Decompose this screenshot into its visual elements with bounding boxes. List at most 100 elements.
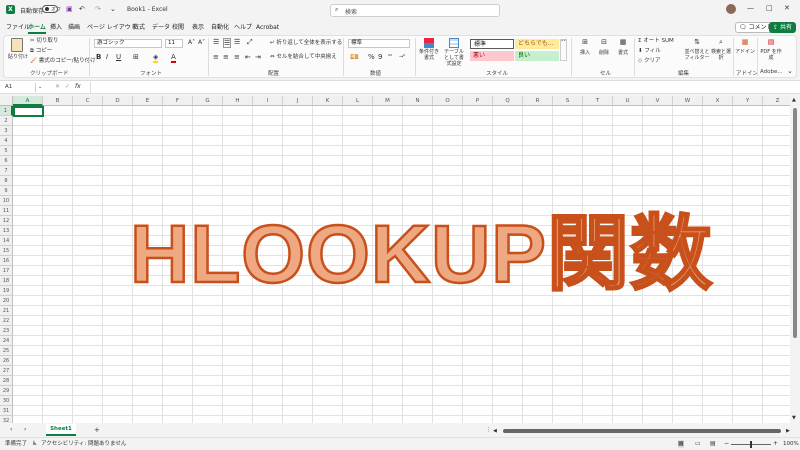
name-box-dropdown-icon[interactable]: ⌄: [38, 83, 42, 91]
column-header[interactable]: M: [373, 96, 403, 106]
tab-view[interactable]: 表示: [192, 22, 204, 34]
wrap-text-button[interactable]: ↵ 折り返して全体を表示する: [270, 40, 342, 47]
row-header[interactable]: 14: [0, 236, 13, 246]
column-header[interactable]: H: [223, 96, 253, 106]
column-header[interactable]: C: [73, 96, 103, 106]
column-header[interactable]: B: [43, 96, 73, 106]
insert-function-icon[interactable]: fx: [75, 83, 81, 91]
row-header[interactable]: 27: [0, 366, 13, 376]
sort-filter-button[interactable]: ⇅ 並べ替えとフィルター: [684, 38, 710, 61]
decrease-decimal-icon[interactable]: →⁰: [399, 53, 405, 61]
row-header[interactable]: 2: [0, 116, 13, 126]
zoom-level[interactable]: 100%: [783, 441, 799, 448]
redo-icon[interactable]: ↷: [95, 5, 101, 13]
font-name-select[interactable]: 游ゴシック: [94, 39, 162, 48]
column-header[interactable]: Z: [763, 96, 790, 106]
column-header[interactable]: K: [313, 96, 343, 106]
conditional-format-button[interactable]: 条件付き書式: [418, 38, 440, 61]
prev-sheet-icon[interactable]: ‹: [10, 426, 12, 434]
cancel-icon[interactable]: ✕: [55, 83, 60, 91]
row-header[interactable]: 30: [0, 396, 13, 406]
collapse-ribbon-icon[interactable]: ⌄: [787, 67, 793, 75]
vertical-scrollbar[interactable]: ▲ ▼: [790, 96, 800, 423]
row-header[interactable]: 19: [0, 286, 13, 296]
column-header[interactable]: Q: [493, 96, 523, 106]
tab-page-layout[interactable]: ページ レイアウト: [87, 22, 137, 34]
page-layout-view-icon[interactable]: ▭: [695, 440, 701, 448]
tab-review[interactable]: 校閲: [172, 22, 184, 34]
autosum-button[interactable]: Σ オート SUM: [638, 38, 674, 45]
indent-increase-icon[interactable]: ⇥: [255, 53, 261, 61]
tab-draw[interactable]: 描画: [68, 22, 80, 34]
sheet-tab[interactable]: Sheet1: [46, 424, 76, 436]
column-header[interactable]: I: [253, 96, 283, 106]
row-header[interactable]: 18: [0, 276, 13, 286]
close-icon[interactable]: ✕: [784, 4, 790, 12]
row-header[interactable]: 15: [0, 246, 13, 256]
column-header[interactable]: A: [13, 96, 43, 106]
align-middle-icon[interactable]: ☰: [223, 38, 232, 48]
align-bottom-icon[interactable]: ☰: [234, 38, 240, 46]
tab-data[interactable]: データ: [152, 22, 170, 34]
row-header[interactable]: 11: [0, 206, 13, 216]
scroll-down-icon[interactable]: ▼: [792, 414, 796, 422]
row-header[interactable]: 12: [0, 216, 13, 226]
enter-icon[interactable]: ✓: [65, 83, 70, 91]
row-header[interactable]: 10: [0, 196, 13, 206]
row-header[interactable]: 29: [0, 386, 13, 396]
formula-input[interactable]: [90, 82, 790, 93]
column-header[interactable]: D: [103, 96, 133, 106]
zoom-out-icon[interactable]: −: [724, 440, 729, 448]
scroll-up-icon[interactable]: ▲: [792, 96, 796, 104]
row-header[interactable]: 16: [0, 256, 13, 266]
column-header[interactable]: T: [583, 96, 613, 106]
horizontal-scroll-thumb[interactable]: [503, 429, 781, 433]
row-header[interactable]: 7: [0, 166, 13, 176]
column-header[interactable]: S: [553, 96, 583, 106]
fill-button[interactable]: ⬇ フィル: [638, 48, 661, 55]
row-header[interactable]: 3: [0, 126, 13, 136]
customize-qat-icon[interactable]: ⌄: [110, 5, 116, 13]
find-select-button[interactable]: ⌕ 検索と選択: [710, 38, 732, 61]
column-header[interactable]: E: [133, 96, 163, 106]
column-header[interactable]: X: [703, 96, 733, 106]
row-header[interactable]: 5: [0, 146, 13, 156]
column-header[interactable]: F: [163, 96, 193, 106]
row-header[interactable]: 28: [0, 376, 13, 386]
orientation-icon[interactable]: ⤢: [247, 38, 253, 46]
percent-icon[interactable]: %: [368, 53, 375, 61]
style-bad[interactable]: 悪い: [470, 51, 514, 61]
undo-icon[interactable]: ↶: [79, 5, 85, 13]
align-top-icon[interactable]: ☰: [213, 38, 219, 46]
next-sheet-icon[interactable]: ›: [24, 426, 26, 434]
column-header[interactable]: Y: [733, 96, 763, 106]
italic-icon[interactable]: I: [106, 53, 108, 61]
row-header[interactable]: 22: [0, 316, 13, 326]
normal-view-icon[interactable]: ▦: [678, 440, 684, 448]
tab-formulas[interactable]: 数式: [133, 22, 145, 34]
copy-button[interactable]: ⧉ コピー: [30, 48, 52, 55]
minimize-icon[interactable]: —: [747, 4, 754, 12]
format-as-table-button[interactable]: テーブルとして書式設定: [442, 38, 466, 67]
column-header[interactable]: R: [523, 96, 553, 106]
row-header[interactable]: 9: [0, 186, 13, 196]
fill-color-icon[interactable]: ◈: [153, 53, 159, 63]
column-header[interactable]: O: [433, 96, 463, 106]
accessibility-status[interactable]: アクセシビリティ: 問題ありません: [41, 441, 126, 448]
column-header[interactable]: N: [403, 96, 433, 106]
accessibility-icon[interactable]: ♿: [32, 440, 37, 448]
active-cell[interactable]: [13, 106, 44, 117]
row-header[interactable]: 20: [0, 296, 13, 306]
bold-icon[interactable]: B: [96, 53, 101, 61]
row-header[interactable]: 21: [0, 306, 13, 316]
row-header[interactable]: 8: [0, 176, 13, 186]
tab-insert[interactable]: 挿入: [50, 22, 62, 34]
tab-acrobat[interactable]: Acrobat: [256, 22, 279, 34]
row-header[interactable]: 1: [0, 106, 13, 116]
increase-decimal-icon[interactable]: ⁰⁰: [388, 53, 392, 61]
column-header[interactable]: V: [643, 96, 673, 106]
row-header[interactable]: 17: [0, 266, 13, 276]
tab-home[interactable]: ホーム: [28, 22, 46, 34]
select-all-corner[interactable]: [0, 96, 13, 106]
tab-file[interactable]: ファイル: [6, 22, 30, 34]
